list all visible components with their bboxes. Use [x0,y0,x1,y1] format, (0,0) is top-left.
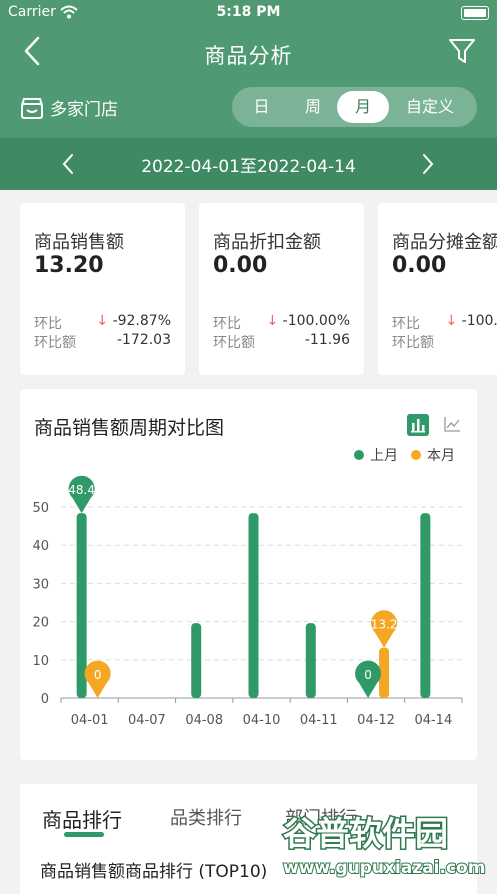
y-tick-label: 40 [32,539,49,554]
segment-day[interactable]: 日 [234,91,289,123]
down-arrow-icon: ↓ [96,313,109,329]
amount-label: 环比额 [34,335,76,351]
svg-text:www.gupuxiazai.com: www.gupuxiazai.com [283,858,485,878]
segment-week[interactable]: 周 [289,91,337,123]
amount-value: -11.96 [304,332,350,348]
down-arrow-icon: ↓ [266,313,279,329]
card-value: 0.00 [213,253,268,278]
tab-category-ranking[interactable]: 品类排行 [170,804,242,830]
ratio-value: -100.00% [282,313,350,329]
status-time: 5:18 PM [216,4,281,20]
tab-underline [64,832,104,837]
x-tick-label: 04-12 [357,713,395,728]
amount-value: -172.03 [116,332,171,348]
ratio-label: 环比 [213,316,241,332]
sales-comparison-chart: 0 10 20 30 40 50 04-01 04-07 04-08 04-10 04-11 04-1… [32,475,463,728]
ratio-value: -100.00% [461,313,497,329]
ratio-label: 环比 [392,316,420,332]
ratio-value: -92.87% [112,313,171,329]
store-selector[interactable]: 多家门店 [20,95,118,120]
card-title: 商品分摊金额 [392,232,497,253]
page-title: 商品分析 [204,44,293,68]
tab-product-ranking[interactable]: 商品排行 [42,804,122,833]
x-tick-label: 04-08 [185,713,223,728]
x-tick-label: 04-14 [414,713,452,728]
amount-label: 环比额 [392,335,434,351]
watermark-logo: 谷普软件园 www.gupuxiazai.com [282,813,487,880]
down-arrow-icon: ↓ [445,313,458,329]
card-title: 商品销售额 [34,232,124,253]
card-value: 0.00 [392,253,447,278]
card-value: 13.20 [34,253,104,278]
chevron-right-icon[interactable] [421,153,435,175]
card-title: 商品折扣金额 [213,232,321,253]
bar [305,623,316,698]
y-tick-label: 0 [41,692,49,707]
x-tick-label: 04-07 [128,713,166,728]
data-label: 48.4 [68,483,95,497]
nav-bar: 商品分析 [0,26,497,78]
x-tick-label: 04-01 [71,713,109,728]
y-tick-label: 50 [32,501,49,516]
data-label: 0 [364,668,372,682]
period-segmented-control: 日 周 月 自定义 [232,87,477,127]
battery-icon [461,6,489,20]
data-label: 13.2 [371,618,398,632]
ranking-title: 商品销售额商品排行 (TOP10) [40,862,268,882]
amount-label: 环比额 [213,335,255,351]
watermark: 谷普软件园 www.gupuxiazai.com [275,803,497,883]
bar [420,513,431,698]
status-bar: Carrier 5:18 PM [0,0,497,26]
summary-card-allocation[interactable]: 商品分摊金额 0.00 环比 ↓ -100.00% 环比额 -2 [378,203,497,375]
store-label: 多家门店 [50,100,118,120]
x-tick-label: 04-11 [300,713,338,728]
store-icon [21,97,43,119]
ratio-label: 环比 [34,316,62,332]
summary-card-sales[interactable]: 商品销售额 13.20 环比 ↓ -92.87% 环比额 -172.03 [20,203,185,375]
y-tick-label: 10 [32,654,49,669]
date-range-bar: 2022-04-01至2022-04-14 [0,138,497,190]
data-label: 0 [94,668,102,682]
header: Carrier 5:18 PM 商品分析 多家门店 日 周 月 自定义 2022… [0,0,497,190]
x-tick-label: 04-10 [243,713,281,728]
y-tick-label: 30 [32,577,49,592]
chart-card: 商品销售额周期对比图 上月 本月 0 10 20 30 40 50 04-01 04-07 04… [20,389,477,760]
segment-custom[interactable]: 自定义 [389,91,471,123]
bar [248,513,259,698]
filter-icon[interactable] [447,36,477,66]
segment-month[interactable]: 月 [337,91,389,123]
y-tick-label: 20 [32,616,49,631]
svg-text:谷普软件园: 谷普软件园 [283,814,448,853]
bar [191,623,202,698]
summary-card-discount[interactable]: 商品折扣金额 0.00 环比 ↓ -100.00% 环比额 -11.96 [199,203,364,375]
